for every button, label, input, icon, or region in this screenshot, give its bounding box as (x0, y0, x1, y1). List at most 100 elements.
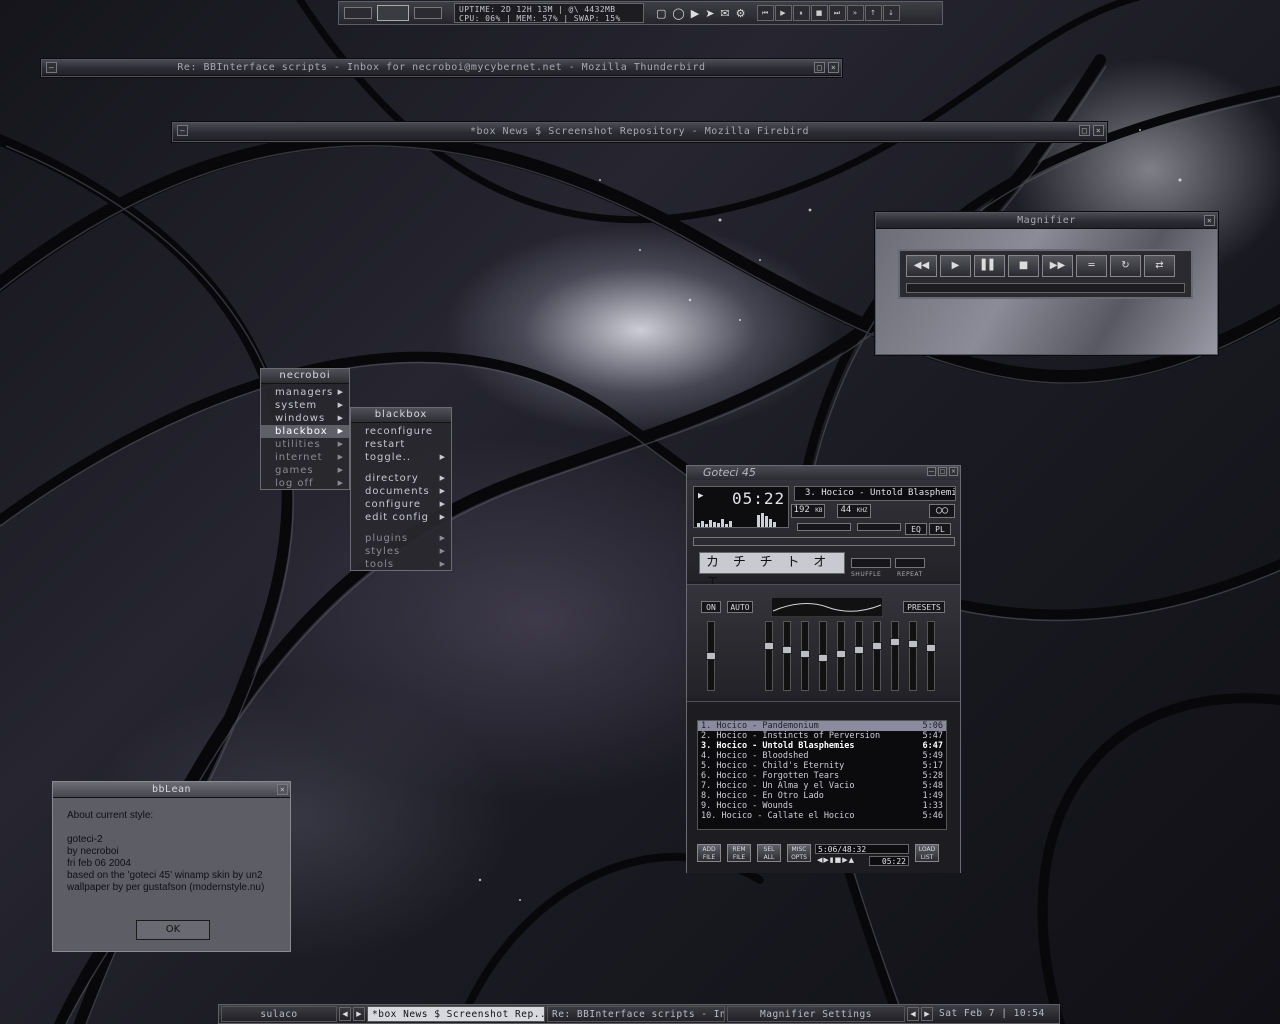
close-button[interactable]: × (949, 467, 958, 476)
menu-item-styles[interactable]: styles ▶ (351, 545, 451, 558)
eq-band-slider[interactable] (872, 621, 882, 691)
eq-band-slider[interactable] (800, 621, 810, 691)
menu-item-log-off[interactable]: log off ▶ (261, 477, 349, 490)
playlist-item[interactable]: 5. Hocico - Child's Eternity 5:17 (698, 761, 946, 771)
thunderbird-titlebar[interactable]: — Re: BBInterface scripts - Inbox for ne… (42, 60, 841, 76)
gear-icon[interactable]: ⚙ (736, 7, 746, 20)
close-button[interactable]: × (1093, 125, 1104, 136)
maximize-button[interactable]: □ (814, 62, 825, 73)
eq-preamp-slider[interactable] (706, 621, 716, 691)
close-button[interactable]: × (277, 784, 288, 795)
monitor-icon[interactable]: ▢ (656, 7, 666, 20)
menu-item-blackbox[interactable]: blackbox ▶ (261, 425, 349, 438)
seek-bar[interactable] (693, 537, 955, 546)
track-title-marquee[interactable]: 3. Hocico - Untold Blasphemie (794, 486, 956, 501)
workspace-pager-1[interactable] (344, 7, 372, 19)
eq-band-slider[interactable] (926, 621, 936, 691)
workspace-pager-2[interactable] (377, 5, 409, 21)
remove-file-button[interactable]: REM FILE (727, 844, 751, 862)
menu-item-games[interactable]: games ▶ (261, 464, 349, 477)
media-button[interactable]: ⏮ (756, 5, 774, 21)
firebird-titlebar[interactable]: — *box News $ Screenshot Repository - Mo… (173, 123, 1106, 141)
volume-slider[interactable] (797, 523, 851, 531)
shuffle-button[interactable] (851, 558, 891, 568)
magnifier-titlebar[interactable]: Magnifier × (876, 213, 1217, 229)
playlist-item[interactable]: 8. Hocico - En Otro Lado 1:49 (698, 791, 946, 801)
menu-item-directory[interactable]: directory ▶ (351, 472, 451, 485)
task-magnifier[interactable]: Magnifier Settings (727, 1006, 905, 1022)
menu-item-toggle[interactable]: toggle.. ▶ (351, 451, 451, 464)
eq-band-slider[interactable] (836, 621, 846, 691)
mail-icon[interactable]: ✉ (720, 7, 729, 20)
media-button[interactable]: ■ (810, 5, 828, 21)
playlist-item[interactable]: 4. Hocico - Bloodshed 5:49 (698, 751, 946, 761)
playlist-item[interactable]: 6. Hocico - Forgotten Tears 5:28 (698, 771, 946, 781)
play-icon[interactable]: ▶ (691, 7, 699, 20)
workspace-prev-icon[interactable]: ◀ (339, 1007, 351, 1021)
media-button[interactable]: » (846, 5, 864, 21)
menu-item-edit-config[interactable]: edit config ▶ (351, 511, 451, 524)
close-button[interactable]: × (828, 62, 839, 73)
playlist-item[interactable]: 10. Hocico - Callate el Hocico 5:46 (698, 811, 946, 821)
task-next-icon[interactable]: ▶ (921, 1007, 933, 1021)
control-buttons-panel[interactable]: カ チ チ ト オ エ (699, 552, 845, 590)
firebird-window[interactable]: — *box News $ Screenshot Repository - Mo… (172, 122, 1107, 142)
menu-item-plugins[interactable]: plugins ▶ (351, 532, 451, 545)
workspace-pager-3[interactable] (414, 7, 442, 19)
eq-auto-button[interactable]: AUTO (727, 601, 753, 613)
window-menu-button[interactable]: — (177, 125, 188, 136)
media-button[interactable]: ⏸ (792, 5, 810, 21)
mini-transport-controls[interactable]: ◀▶▮■▶▲ (817, 856, 855, 864)
shade-button[interactable]: □ (938, 467, 947, 476)
load-list-button[interactable]: LOAD LIST (915, 844, 939, 862)
playlist-list[interactable]: 1. Hocico - Pandemonium 5:06 2. Hocico - … (697, 720, 947, 830)
menu-item-utilities[interactable]: utilities ▶ (261, 438, 349, 451)
dialog-titlebar[interactable]: bbLean × (53, 782, 290, 798)
workspace-label[interactable]: sulaco (221, 1006, 337, 1022)
workspace-next-icon[interactable]: ▶ (353, 1007, 365, 1021)
task-firebird[interactable]: *box News $ Screenshot Rep... (367, 1006, 545, 1022)
eq-band-slider[interactable] (818, 621, 828, 691)
menu-item-reconfigure[interactable]: reconfigure (351, 425, 451, 438)
balance-slider[interactable] (857, 523, 901, 531)
task-prev-icon[interactable]: ◀ (907, 1007, 919, 1021)
close-button[interactable]: × (1204, 215, 1215, 226)
cursor-icon[interactable]: ➤ (705, 7, 714, 20)
window-menu-button[interactable]: — (46, 62, 57, 73)
menu-item-restart[interactable]: restart (351, 438, 451, 451)
thunderbird-window[interactable]: — Re: BBInterface scripts - Inbox for ne… (41, 59, 842, 77)
eq-on-button[interactable]: ON (701, 601, 721, 613)
menu-item-internet[interactable]: internet ▶ (261, 451, 349, 464)
maximize-button[interactable]: □ (1079, 125, 1090, 136)
winamp-titlebar[interactable]: Goteci 45 — □ × (687, 466, 960, 480)
menu-item-system[interactable]: system ▶ (261, 399, 349, 412)
media-button[interactable]: ▶ (774, 5, 792, 21)
ok-button[interactable]: OK (136, 920, 210, 940)
playlist-item[interactable]: 2. Hocico - Instincts of Perversion 5:47 (698, 731, 946, 741)
menu-item-managers[interactable]: managers ▶ (261, 386, 349, 399)
eq-band-slider[interactable] (908, 621, 918, 691)
magnifier-window[interactable]: Magnifier × ◀◀ ▶ ▌▌ ■ ▶▶ ═ ↻ ⇄ (875, 212, 1218, 355)
eq-presets-button[interactable]: PRESETS (903, 601, 945, 613)
task-thunderbird[interactable]: Re: BBInterface scripts - In... (547, 1006, 725, 1022)
misc-options-button[interactable]: MISC OPTS (787, 844, 811, 862)
playlist-item[interactable]: 3. Hocico - Untold Blasphemies 6:47 (698, 741, 946, 751)
media-button[interactable]: ⏭ (828, 5, 846, 21)
menu-item-documents[interactable]: documents ▶ (351, 485, 451, 498)
eq-band-slider[interactable] (890, 621, 900, 691)
media-button[interactable]: ↑ (864, 5, 882, 21)
menu-item-tools[interactable]: tools ▶ (351, 558, 451, 571)
eq-toggle-button[interactable]: EQ (905, 523, 927, 535)
playlist-item[interactable]: 1. Hocico - Pandemonium 5:06 (698, 721, 946, 731)
eq-band-slider[interactable] (782, 621, 792, 691)
menu-item-configure[interactable]: configure ▶ (351, 498, 451, 511)
time-display[interactable]: ▶ 05:22 (693, 486, 789, 528)
playlist-item[interactable]: 7. Hocico - Un Alma y el Vacio 5:48 (698, 781, 946, 791)
eq-band-slider[interactable] (764, 621, 774, 691)
add-file-button[interactable]: ADD FILE (697, 844, 721, 862)
menu-item-windows[interactable]: windows ▶ (261, 412, 349, 425)
repeat-button[interactable] (895, 558, 925, 568)
select-all-button[interactable]: SEL ALL (757, 844, 781, 862)
shield-icon[interactable]: ◯ (672, 7, 684, 20)
playlist-toggle-button[interactable]: PL (929, 523, 951, 535)
